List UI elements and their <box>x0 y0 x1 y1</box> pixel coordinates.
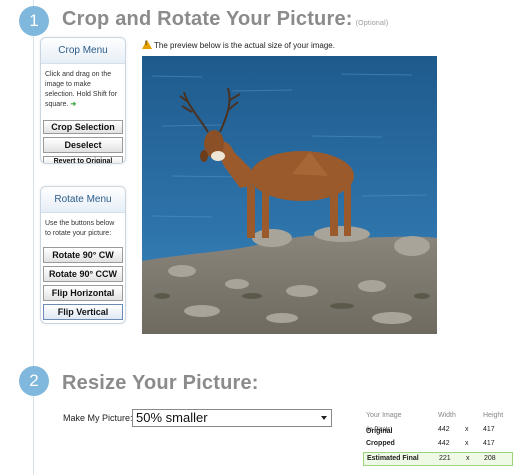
arrow-right-icon: ➜ <box>70 101 77 108</box>
optional-label: (Optional) <box>355 20 389 27</box>
rotate-menu-title: Rotate Menu <box>41 187 125 213</box>
preview-note: The preview below is the actual size of … <box>142 40 335 50</box>
rotate-menu: Rotate Menu Use the buttons below to rot… <box>40 186 126 324</box>
rotate-menu-description: Use the buttons below to rotate your pic… <box>45 220 115 237</box>
row-times: x <box>465 426 469 433</box>
preview-note-text: The preview below is the actual size of … <box>154 41 335 50</box>
row-label: Original (in Pixels) <box>366 426 393 435</box>
step-1-title: Crop and Rotate Your Picture: (Optional) <box>62 8 388 31</box>
crop-selection-button[interactable]: Crop Selection <box>43 120 123 134</box>
row-times: x <box>465 440 469 447</box>
dimensions-row-cropped: Cropped 442 x 417 <box>363 438 513 452</box>
flip-vertical-button[interactable]: Flip Vertical <box>43 304 123 320</box>
warning-icon <box>142 40 152 49</box>
crop-menu: Crop Menu Click and drag on the image to… <box>40 37 126 164</box>
row-height: 208 <box>484 455 496 462</box>
revert-to-original-button[interactable]: Revert to Original <box>43 156 123 163</box>
dimensions-header: Your Image Width Height <box>363 410 513 424</box>
header-your-image: Your Image <box>366 412 402 419</box>
step-2-badge: 2 <box>19 366 49 396</box>
deselect-button[interactable]: Deselect <box>43 137 123 153</box>
flip-horizontal-button[interactable]: Flip Horizontal <box>43 285 123 301</box>
image-preview[interactable] <box>142 56 437 334</box>
header-width: Width <box>438 412 456 419</box>
row-width: 221 <box>439 455 451 462</box>
step-1-title-text: Crop and Rotate Your Picture: <box>62 8 353 30</box>
resize-label: Make My Picture: <box>63 413 133 423</box>
resize-select-value: 50% smaller <box>136 410 208 425</box>
row-width: 442 <box>438 440 450 447</box>
crop-menu-description-text: Click and drag on the image to make sele… <box>45 71 117 108</box>
step-2-title: Resize Your Picture: <box>62 372 259 394</box>
row-height: 417 <box>483 426 495 433</box>
chevron-down-icon <box>321 416 327 420</box>
row-width: 442 <box>438 426 450 433</box>
row-times: x <box>466 455 470 462</box>
step-timeline <box>33 0 34 475</box>
dimensions-row-original: Original (in Pixels) 442 x 417 <box>363 424 513 438</box>
row-label: Cropped <box>366 440 395 447</box>
dimensions-row-estimated-final: Estimated Final 221 x 208 <box>363 452 513 466</box>
crop-menu-title: Crop Menu <box>41 38 125 64</box>
deer-photo <box>142 56 437 334</box>
row-label-text: Original <box>366 428 393 435</box>
rotate-cw-button[interactable]: Rotate 90° CW <box>43 247 123 263</box>
row-height: 417 <box>483 440 495 447</box>
header-height: Height <box>483 412 504 419</box>
rotate-ccw-button[interactable]: Rotate 90° CCW <box>43 266 123 282</box>
step-1-badge: 1 <box>19 6 49 36</box>
crop-menu-description: Click and drag on the image to make sele… <box>41 64 125 115</box>
resize-select[interactable]: 50% smaller <box>132 409 332 427</box>
row-label: Estimated Final <box>367 455 419 462</box>
